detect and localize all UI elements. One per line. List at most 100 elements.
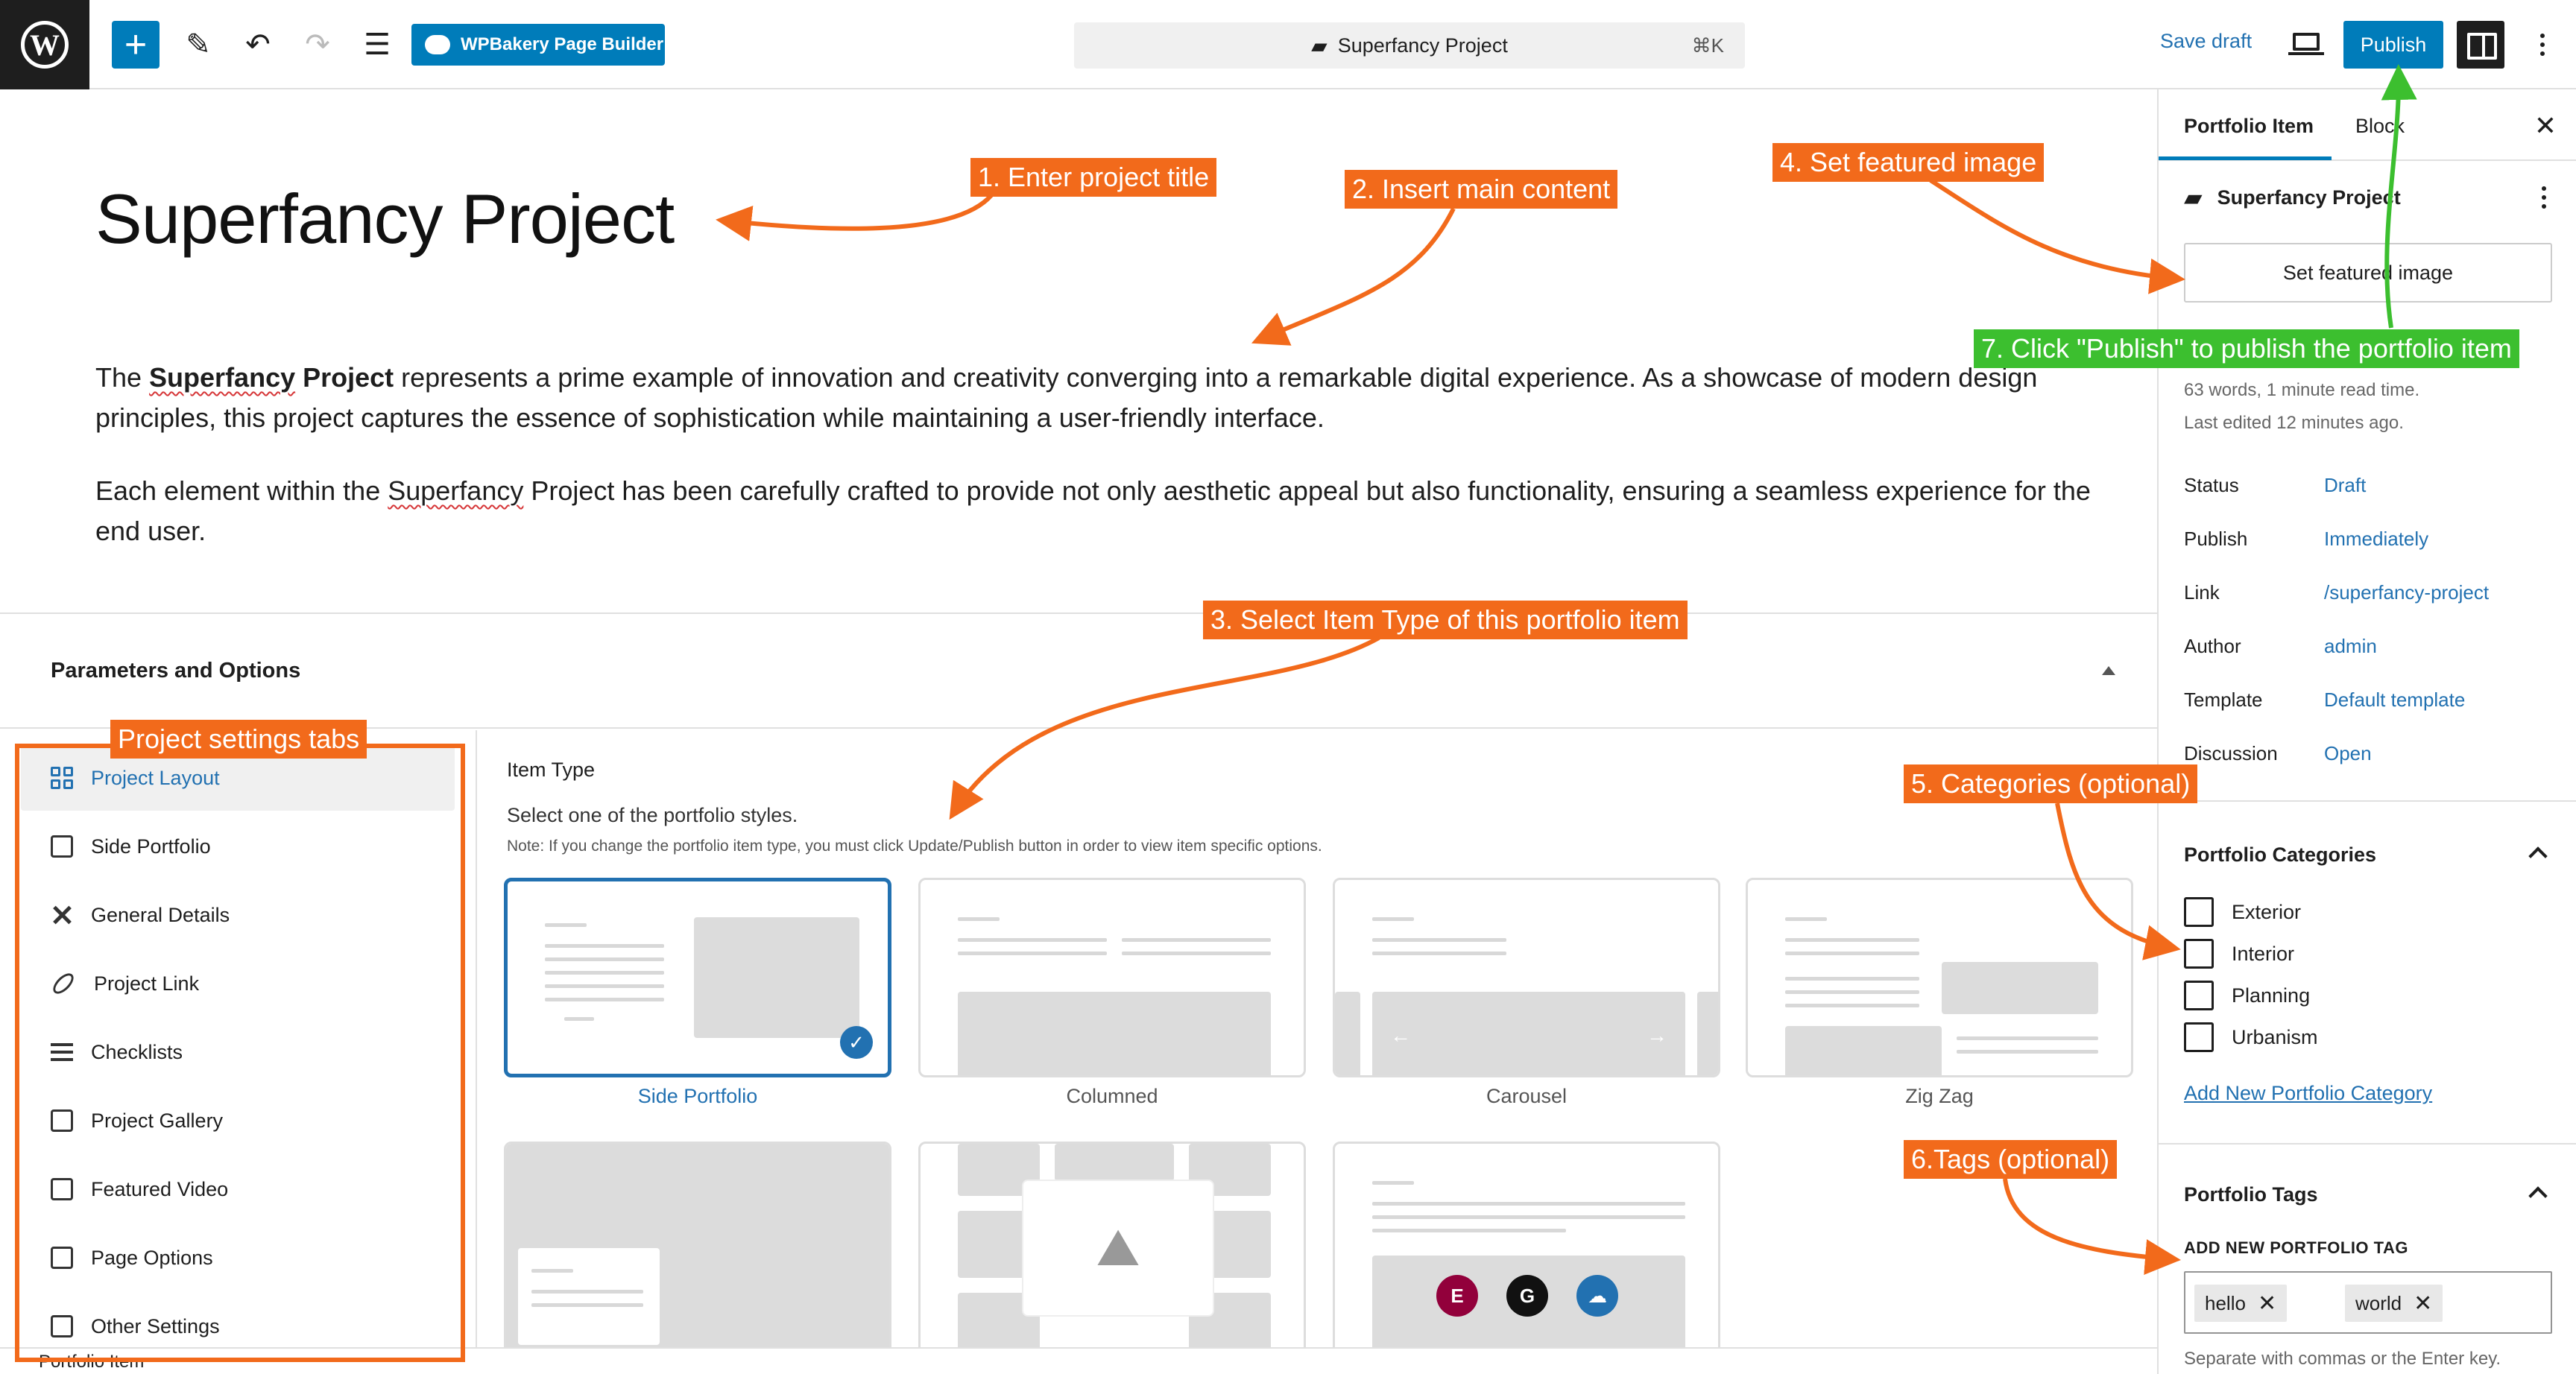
add-category-link[interactable]: Add New Portfolio Category	[2184, 1082, 2432, 1105]
style-caption-columned[interactable]: Columned	[918, 1085, 1306, 1108]
discussion-value[interactable]: Open	[2324, 742, 2372, 765]
category-planning[interactable]: Planning	[2184, 981, 2310, 1010]
tab-block[interactable]: Block	[2355, 115, 2405, 138]
style-caption-zigzag[interactable]: Zig Zag	[1746, 1085, 2133, 1108]
status-value[interactable]: Draft	[2324, 474, 2366, 497]
remove-tag-icon[interactable]: ✕	[2414, 1291, 2432, 1317]
categories-panel: Portfolio Categories Exterior Interior P…	[2159, 800, 2576, 1143]
style-card-layout-6[interactable]: ⛰	[918, 1142, 1306, 1365]
settings-sidebar-toggle-icon[interactable]	[2457, 21, 2504, 69]
command-palette[interactable]: ▰ Superfancy Project ⌘K	[1074, 22, 1745, 69]
link-label: Link	[2184, 581, 2220, 604]
p1-text-pre: The	[95, 362, 150, 393]
checkbox[interactable]	[2184, 897, 2214, 927]
editor-page: W + ✎ ↶ ↷ ☰ WPBakery Page Builder ▰ Supe…	[0, 0, 2576, 1374]
set-featured-image-button[interactable]: Set featured image	[2184, 243, 2552, 303]
style-card-columned[interactable]	[918, 878, 1306, 1077]
p1-bold-rest: Project	[295, 362, 394, 393]
style-caption-carousel[interactable]: Carousel	[1333, 1085, 1720, 1108]
add-block-button[interactable]: +	[112, 21, 160, 69]
settings-sidebar: Portfolio Item Block ✕ ▰ Superfancy Proj…	[2157, 89, 2576, 1374]
parameters-panel-header[interactable]: Parameters and Options	[0, 612, 2157, 729]
folder-icon: ▰	[2184, 184, 2203, 211]
redo-icon[interactable]: ↷	[294, 21, 341, 69]
category-urbanism[interactable]: Urbanism	[2184, 1022, 2318, 1052]
document-title: Superfancy Project	[2217, 186, 2401, 209]
word-count: 63 words, 1 minute read time.	[2184, 380, 2420, 400]
category-exterior[interactable]: Exterior	[2184, 897, 2301, 927]
annotation-settings-tabs: Project settings tabs	[110, 720, 367, 759]
elementor-logo-icon: E	[1436, 1275, 1478, 1317]
folder-icon: ▰	[1311, 34, 1328, 57]
publish-label: Publish	[2184, 528, 2248, 550]
tag-label: hello	[2205, 1291, 2246, 1314]
p2-misspelled-word: Superfancy	[388, 475, 524, 506]
category-label: Urbanism	[2232, 1025, 2318, 1048]
annotation-step-5: 5. Categories (optional)	[1904, 764, 2198, 803]
top-toolbar: W + ✎ ↶ ↷ ☰ WPBakery Page Builder ▰ Supe…	[0, 0, 2576, 89]
publish-button[interactable]: Publish	[2343, 21, 2443, 69]
sidebar-tabs: Portfolio Item Block ✕	[2159, 89, 2576, 161]
annotation-step-1: 1. Enter project title	[970, 158, 1217, 197]
style-card-carousel[interactable]: ← →	[1333, 878, 1720, 1077]
document-overview-icon[interactable]: ☰	[353, 21, 401, 69]
style-card-layout-5[interactable]	[504, 1142, 891, 1365]
chevron-up-icon[interactable]	[2528, 1186, 2548, 1206]
document-actions-icon[interactable]	[2542, 186, 2546, 209]
tags-input[interactable]: hello ✕ world ✕	[2184, 1271, 2552, 1334]
author-value[interactable]: admin	[2324, 635, 2377, 658]
style-card-side-portfolio[interactable]: ✓	[504, 878, 891, 1077]
annotation-step-4: 4. Set featured image	[1772, 143, 2045, 182]
annotation-step-3: 3. Select Item Type of this portfolio it…	[1203, 601, 1688, 639]
tags-title[interactable]: Portfolio Tags	[2184, 1183, 2318, 1206]
style-caption-side-portfolio[interactable]: Side Portfolio	[504, 1085, 891, 1108]
category-label: Interior	[2232, 942, 2295, 965]
preview-device-icon[interactable]	[2288, 27, 2326, 60]
command-shortcut: ⌘K	[1691, 34, 1724, 57]
close-icon[interactable]: ✕	[2534, 110, 2557, 142]
checkbox[interactable]	[2184, 981, 2214, 1010]
edit-pen-icon[interactable]: ✎	[174, 21, 222, 69]
wordpress-logo-icon[interactable]: W	[0, 0, 89, 89]
item-type-label: Item Type	[507, 759, 596, 781]
tag-hello: hello ✕	[2194, 1285, 2288, 1322]
template-value[interactable]: Default template	[2324, 688, 2465, 712]
publish-value[interactable]: Immediately	[2324, 528, 2428, 551]
item-type-note: Note: If you change the portfolio item t…	[507, 838, 1322, 855]
p1-bold-word: Superfancy	[149, 362, 296, 393]
wpbakery-cloud-icon	[425, 35, 450, 54]
style-card-zigzag[interactable]	[1746, 878, 2133, 1077]
checkbox[interactable]	[2184, 1022, 2214, 1052]
categories-title[interactable]: Portfolio Categories	[2184, 843, 2376, 867]
tag-world: world ✕	[2345, 1285, 2443, 1322]
options-menu-icon[interactable]	[2531, 21, 2554, 69]
command-title: Superfancy Project	[1337, 34, 1508, 57]
post-title[interactable]: Superfancy Project	[95, 179, 675, 259]
undo-icon[interactable]: ↶	[234, 21, 282, 69]
category-label: Exterior	[2232, 900, 2302, 923]
remove-tag-icon[interactable]: ✕	[2258, 1291, 2276, 1317]
save-draft-button[interactable]: Save draft	[2160, 30, 2252, 53]
item-type-section: Item Type Select one of the portfolio st…	[507, 759, 2132, 855]
tags-input-label: ADD NEW PORTFOLIO TAG	[2184, 1238, 2408, 1257]
annotation-tabs-outline	[15, 744, 465, 1362]
template-label: Template	[2184, 688, 2263, 711]
author-label: Author	[2184, 635, 2241, 657]
selected-check-icon: ✓	[840, 1026, 873, 1059]
category-interior[interactable]: Interior	[2184, 939, 2294, 969]
lightbox-image-icon: ⛰	[1023, 1181, 1213, 1315]
paragraph-1[interactable]: The Superfancy Project represents a prim…	[95, 358, 2093, 438]
chevron-up-icon[interactable]	[2528, 846, 2548, 866]
wpbakery-button[interactable]: WPBakery Page Builder	[411, 24, 665, 66]
style-card-layout-7[interactable]: E G ☁	[1333, 1142, 1720, 1365]
collapse-arrow-icon[interactable]	[2102, 666, 2115, 675]
p2-text-pre: Each element within the	[95, 475, 388, 506]
paragraph-2[interactable]: Each element within the Superfancy Proje…	[95, 471, 2093, 551]
annotation-step-6: 6.Tags (optional)	[1904, 1140, 2118, 1179]
parameters-title: Parameters and Options	[51, 659, 301, 683]
tags-panel: Portfolio Tags ADD NEW PORTFOLIO TAG hel…	[2159, 1143, 2576, 1374]
link-value[interactable]: /superfancy-project	[2324, 581, 2489, 604]
tab-portfolio-item[interactable]: Portfolio Item	[2184, 115, 2314, 138]
checkbox[interactable]	[2184, 939, 2214, 969]
last-edited: Last edited 12 minutes ago.	[2184, 413, 2404, 433]
